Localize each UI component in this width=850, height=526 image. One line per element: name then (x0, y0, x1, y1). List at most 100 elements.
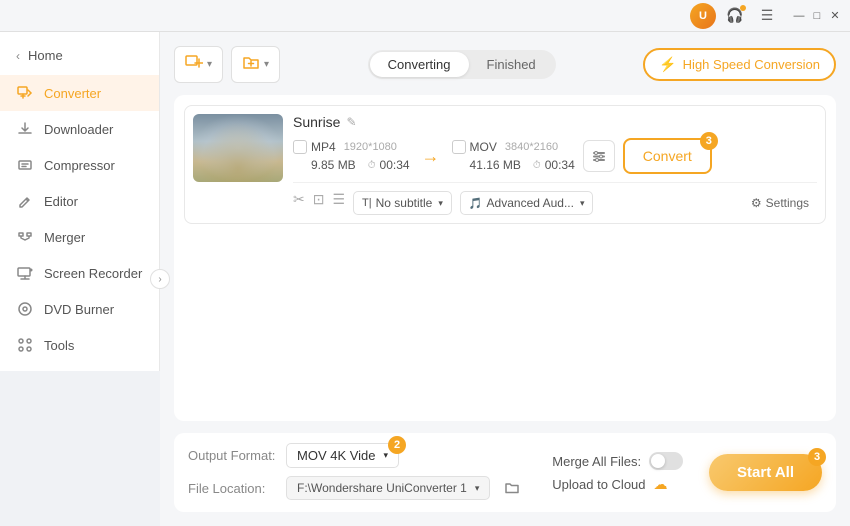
start-all-badge: 3 (808, 448, 826, 466)
source-duration: 00:34 (380, 158, 410, 172)
dvd-burner-icon (16, 300, 34, 318)
file-location-select[interactable]: F:\Wondershare UniConverter 1 ▾ (286, 476, 490, 500)
sidebar: ‹ Home Converter (0, 32, 160, 371)
sidebar-item-label: Downloader (44, 122, 113, 137)
edit-icon[interactable]: ✎ (346, 115, 356, 129)
toolbar-left: ▾ ▾ (174, 46, 280, 83)
minimize-button[interactable]: — (792, 9, 806, 23)
source-resolution: 1920*1080 (344, 141, 397, 153)
subtitle-icon-small: T| (362, 197, 372, 209)
audio-label: Advanced Aud... (487, 196, 574, 210)
sidebar-item-screen-recorder[interactable]: Screen Recorder (0, 255, 159, 291)
window-controls: — □ ✕ (792, 9, 842, 23)
bottom-bar: Output Format: MOV 4K Vide ▾ 2 File Loca… (174, 433, 836, 512)
add-file-button[interactable]: ▾ (174, 46, 223, 83)
convert-arrow-icon: → (422, 146, 440, 167)
target-duration: 00:34 (545, 158, 575, 172)
settings-gear-icon: ⚙ (751, 196, 762, 210)
maximize-button[interactable]: □ (810, 9, 824, 23)
upload-cloud-label: Upload to Cloud (552, 477, 645, 492)
target-format-check[interactable] (452, 140, 466, 154)
list-icon[interactable]: ☰ (332, 191, 345, 215)
sidebar-item-converter[interactable]: Converter (0, 75, 159, 111)
source-format: MP4 (311, 140, 336, 154)
high-speed-button[interactable]: ⚡ High Speed Conversion (643, 48, 836, 81)
settings-label: Settings (766, 196, 809, 210)
tab-finished[interactable]: Finished (469, 52, 554, 77)
add-folder-button[interactable]: ▾ (231, 46, 280, 83)
subtitle-label: No subtitle (376, 196, 433, 210)
target-size-row: 41.16 MB ⏱ 00:34 (452, 158, 575, 172)
source-meta: MP4 1920*1080 9.85 MB ⏱ 00:34 (293, 140, 410, 172)
browse-folder-button[interactable] (498, 474, 526, 502)
bottom-left: Output Format: MOV 4K Vide ▾ 2 File Loca… (188, 443, 526, 502)
sidebar-item-tools[interactable]: Tools (0, 327, 159, 363)
trim-icon[interactable]: ✂ (293, 191, 305, 215)
sidebar-item-downloader[interactable]: Downloader (0, 111, 159, 147)
tools-icon (16, 336, 34, 354)
output-format-label: Output Format: (188, 448, 278, 463)
sidebar-collapse-button[interactable]: › (150, 269, 170, 289)
convert-btn-col: Convert 3 (583, 138, 712, 174)
settings-row-button[interactable]: ⚙ Settings (743, 192, 817, 214)
target-meta: MOV 3840*2160 41.16 MB ⏱ 00:34 (452, 140, 575, 172)
sidebar-item-label: Converter (44, 86, 101, 101)
sidebar-item-compressor[interactable]: Compressor (0, 147, 159, 183)
convert-btn-wrapper: Convert 3 (623, 138, 712, 174)
target-size: 41.16 MB (470, 158, 521, 172)
source-size-check (293, 158, 307, 172)
high-speed-label: High Speed Conversion (683, 57, 820, 72)
sidebar-item-label: Tools (44, 338, 74, 353)
close-button[interactable]: ✕ (828, 9, 842, 23)
add-file-arrow: ▾ (207, 59, 212, 70)
add-folder-arrow: ▾ (264, 59, 269, 70)
menu-icon[interactable]: ☰ (754, 3, 780, 29)
sidebar-home[interactable]: ‹ Home (0, 40, 159, 75)
target-format: MOV (470, 140, 497, 154)
sidebar-item-label: Editor (44, 194, 78, 209)
titlebar: U 🎧 ☰ — □ ✕ (0, 0, 850, 32)
subtitle-arrow: ▾ (438, 198, 443, 209)
audio-select[interactable]: 🎵 Advanced Aud... ▾ (460, 191, 594, 215)
sidebar-item-dvd-burner[interactable]: DVD Burner (0, 291, 159, 327)
downloader-icon (16, 120, 34, 138)
source-format-row: MP4 1920*1080 (293, 140, 410, 154)
output-format-row: Output Format: MOV 4K Vide ▾ 2 (188, 443, 526, 468)
subtitle-icon[interactable]: ⊡ (313, 191, 325, 215)
target-size-check (452, 158, 466, 172)
merge-row: Merge All Files: (552, 452, 683, 470)
subtitle-select[interactable]: T| No subtitle ▾ (353, 191, 452, 215)
sidebar-item-merger[interactable]: Merger (0, 219, 159, 255)
tab-converting[interactable]: Converting (370, 52, 469, 77)
clock-icon-2: ⏱ (533, 160, 541, 171)
converter-icon (16, 84, 34, 102)
option-selects: ✂ ⊡ ☰ T| No subtitle ▾ 🎵 Advanced Aud... (293, 191, 593, 215)
output-format-badge: 2 (388, 436, 406, 454)
cloud-row: Upload to Cloud ☁ (552, 476, 683, 493)
output-format-select[interactable]: MOV 4K Vide ▾ 2 (286, 443, 399, 468)
audio-icon: 🎵 (469, 197, 483, 210)
file-name: Sunrise (293, 114, 340, 130)
titlebar-icons: U 🎧 ☰ (690, 3, 780, 29)
sidebar-wrapper: ‹ Home Converter (0, 32, 160, 526)
cloud-icon[interactable]: ☁ (654, 476, 668, 493)
clock-icon: ⏱ (368, 160, 376, 171)
file-meta: MP4 1920*1080 9.85 MB ⏱ 00:34 (293, 138, 817, 174)
add-folder-icon (242, 53, 260, 76)
bolt-icon: ⚡ (659, 56, 676, 73)
headset-icon[interactable]: 🎧 (722, 3, 748, 29)
sidebar-item-editor[interactable]: Editor (0, 183, 159, 219)
convert-button[interactable]: Convert (623, 138, 712, 174)
source-size: 9.85 MB (311, 158, 356, 172)
top-toolbar: ▾ ▾ Converting Finished ⚡ (174, 46, 836, 83)
file-name-row: Sunrise ✎ (293, 114, 817, 130)
start-all-button[interactable]: Start All (709, 454, 822, 491)
source-format-check[interactable] (293, 140, 307, 154)
home-label: Home (28, 48, 63, 63)
sidebar-item-label: Screen Recorder (44, 266, 142, 281)
user-avatar[interactable]: U (690, 3, 716, 29)
audio-arrow: ▾ (580, 198, 585, 209)
merge-toggle[interactable] (649, 452, 683, 470)
app-layout: ‹ Home Converter (0, 32, 850, 526)
file-settings-icon[interactable] (583, 140, 615, 172)
